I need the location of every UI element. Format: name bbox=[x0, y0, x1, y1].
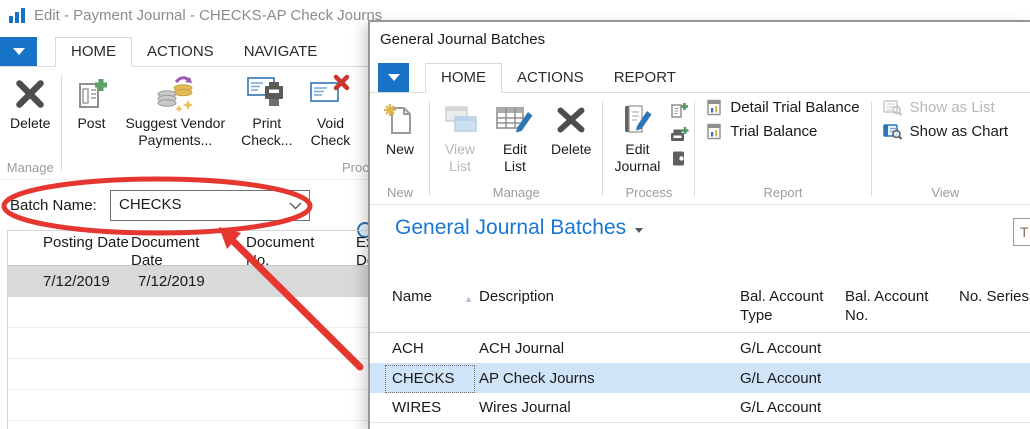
view-list-icon bbox=[441, 99, 479, 141]
edit-journal-button[interactable]: Edit Journal bbox=[606, 97, 668, 175]
suggest-vendor-payments-button[interactable]: Suggest Vendor Payments... bbox=[117, 71, 233, 149]
post-button[interactable]: Post bbox=[65, 71, 117, 132]
window-titlebar: Edit - Payment Journal - CHECKS-AP Check… bbox=[8, 6, 382, 24]
void-check-button[interactable]: Void Check bbox=[300, 71, 360, 149]
chevron-down-icon[interactable] bbox=[635, 228, 643, 233]
tab-actions[interactable]: ACTIONS bbox=[132, 37, 229, 67]
report-icon bbox=[706, 123, 723, 140]
filter-text: T bbox=[1020, 224, 1029, 240]
delete-x-icon bbox=[12, 73, 48, 115]
ribbon-group-manage: View List Edit List bbox=[433, 93, 599, 204]
group-separator bbox=[694, 101, 695, 196]
tab-report[interactable]: REPORT bbox=[599, 63, 691, 93]
bal-account-type-cell[interactable]: G/L Account bbox=[740, 340, 845, 357]
print-check-button[interactable]: Print Check... bbox=[233, 71, 300, 149]
group-separator bbox=[429, 101, 430, 196]
column-header-no-series[interactable]: No. Series bbox=[959, 287, 1030, 332]
description-cell[interactable]: ACH Journal bbox=[479, 340, 740, 357]
column-header-name[interactable]: Name ▲ bbox=[392, 287, 479, 332]
window-title: Edit - Payment Journal - CHECKS-AP Check… bbox=[34, 7, 382, 24]
print-check-icon bbox=[245, 73, 289, 115]
bal-account-type-cell[interactable]: G/L Account bbox=[740, 370, 845, 387]
description-cell[interactable]: AP Check Journs bbox=[479, 370, 740, 387]
grid-header-row: Name ▲ Description Bal. AccountType Bal.… bbox=[370, 287, 1030, 333]
ribbon: New New View List bbox=[370, 93, 1030, 205]
edit-list-button[interactable]: Edit List bbox=[487, 97, 543, 175]
group-separator bbox=[61, 75, 62, 171]
table-row-checks[interactable]: CHECKS AP Check Journs G/L Account bbox=[370, 363, 1030, 393]
sort-ascending-icon: ▲ bbox=[464, 290, 473, 309]
post-icon bbox=[73, 73, 109, 115]
view-list-button[interactable]: View List bbox=[433, 97, 487, 175]
filter-input[interactable]: T bbox=[1013, 218, 1030, 246]
tab-home[interactable]: HOME bbox=[55, 37, 132, 67]
ribbon-group-manage: Delete Manage bbox=[2, 67, 58, 179]
edit-list-icon bbox=[495, 99, 535, 141]
bal-account-type-cell[interactable]: G/L Account bbox=[740, 399, 845, 416]
ribbon-tabstrip: HOME ACTIONS REPORT bbox=[370, 63, 1030, 93]
print-mini-button[interactable] bbox=[670, 125, 689, 144]
document-date-cell[interactable]: 7/12/2019 bbox=[138, 273, 253, 290]
window-title: General Journal Batches bbox=[380, 31, 545, 48]
ribbon-group-view: Show as List Show as Chart View bbox=[875, 93, 1016, 204]
page-title: General Journal Batches bbox=[395, 216, 643, 240]
show-as-list-icon bbox=[883, 99, 903, 116]
chevron-down-icon bbox=[388, 74, 400, 81]
group-separator bbox=[602, 101, 603, 196]
chevron-down-icon[interactable] bbox=[289, 202, 302, 210]
table-row-ach[interactable]: ACH ACH Journal G/L Account bbox=[370, 333, 1030, 363]
group-separator bbox=[871, 101, 872, 196]
table-row-wires[interactable]: WIRES Wires Journal G/L Account bbox=[370, 393, 1030, 423]
show-as-list-button[interactable]: Show as List bbox=[883, 99, 1008, 116]
batch-name-value: CHECKS bbox=[119, 196, 182, 213]
column-header-posting-date[interactable]: Posting Date bbox=[36, 234, 131, 265]
trial-balance-button[interactable]: Trial Balance bbox=[706, 123, 859, 140]
new-button[interactable]: New bbox=[374, 97, 426, 158]
tab-navigate[interactable]: NAVIGATE bbox=[229, 37, 333, 67]
batch-name-label: Batch Name: bbox=[10, 197, 97, 214]
column-header-document-date[interactable]: DocumentDate bbox=[131, 234, 246, 265]
tab-actions[interactable]: ACTIONS bbox=[502, 63, 599, 93]
name-cell[interactable]: ACH bbox=[392, 340, 479, 357]
description-cell[interactable]: Wires Journal bbox=[479, 399, 740, 416]
delete-button[interactable]: Delete bbox=[2, 71, 58, 132]
edit-journal-icon bbox=[617, 99, 657, 141]
column-header-bal-account-no[interactable]: Bal. AccountNo. bbox=[845, 287, 959, 332]
new-document-icon bbox=[382, 99, 418, 141]
name-cell: CHECKS bbox=[392, 370, 479, 387]
ribbon-group-new: New New bbox=[374, 93, 426, 204]
create-document-mini-button[interactable] bbox=[670, 101, 689, 120]
app-menu-button[interactable] bbox=[378, 63, 409, 92]
page-title-text: General Journal Batches bbox=[395, 216, 626, 240]
delete-button[interactable]: Delete bbox=[543, 97, 599, 158]
tab-home[interactable]: HOME bbox=[425, 63, 502, 93]
delete-x-icon bbox=[553, 99, 589, 141]
general-journal-batches-window: General Journal Batches HOME ACTIONS REP… bbox=[368, 20, 1030, 429]
ribbon-group-process: Edit Journal Process bbox=[606, 93, 691, 204]
coins-icon bbox=[152, 73, 198, 115]
card-mini-button[interactable] bbox=[670, 149, 689, 168]
detail-trial-balance-button[interactable]: Detail Trial Balance bbox=[706, 99, 859, 116]
show-as-chart-icon bbox=[883, 123, 903, 140]
chevron-down-icon bbox=[13, 48, 25, 55]
journal-chart-icon bbox=[8, 6, 26, 24]
batches-grid: Name ▲ Description Bal. AccountType Bal.… bbox=[370, 267, 1030, 429]
posting-date-cell[interactable]: 7/12/2019 bbox=[43, 273, 138, 290]
ribbon-group-report: Detail Trial Balance Trial Balance Repor… bbox=[698, 93, 867, 204]
column-header-document-no[interactable]: DocumentNo. bbox=[246, 234, 356, 265]
name-cell[interactable]: WIRES bbox=[392, 399, 479, 416]
app-menu-button[interactable] bbox=[0, 37, 37, 66]
show-as-chart-button[interactable]: Show as Chart bbox=[883, 123, 1008, 140]
report-icon bbox=[706, 99, 723, 116]
batch-name-combobox[interactable]: CHECKS bbox=[110, 190, 310, 221]
void-check-icon bbox=[308, 73, 352, 115]
column-header-description[interactable]: Description bbox=[479, 287, 740, 332]
column-header-bal-account-type[interactable]: Bal. AccountType bbox=[740, 287, 845, 332]
